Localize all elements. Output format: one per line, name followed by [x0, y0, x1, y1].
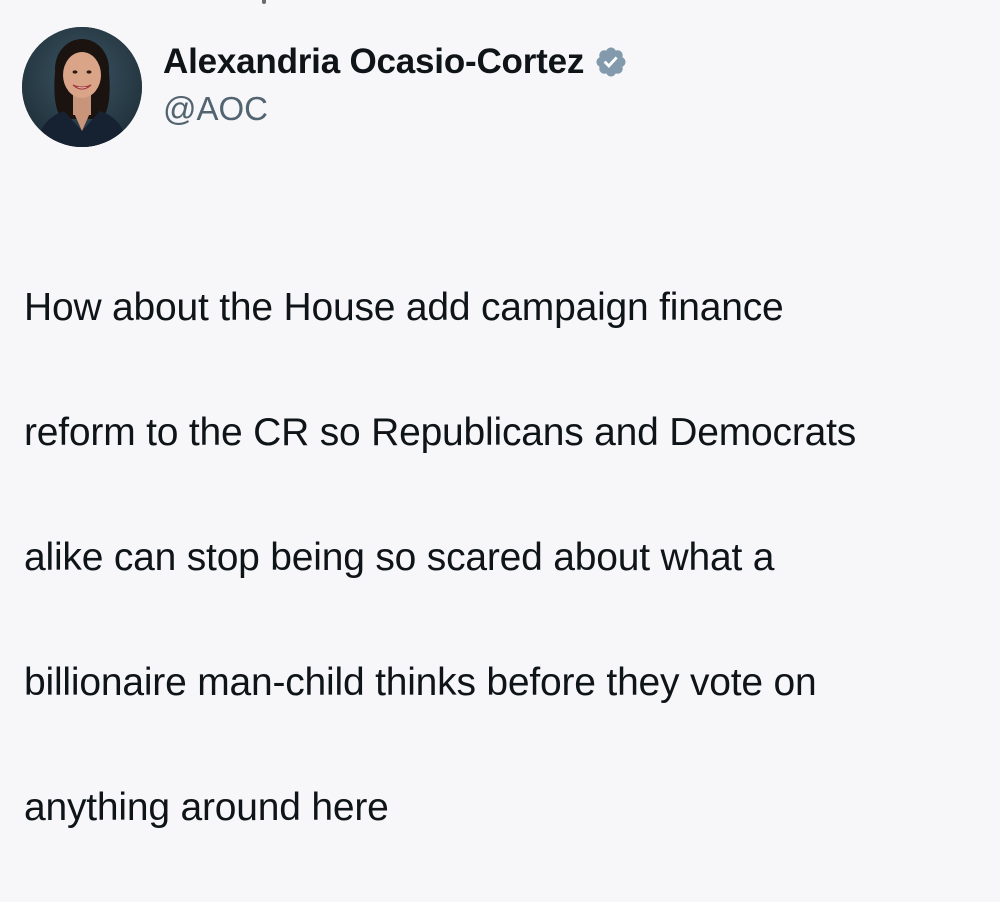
- tweet-header: Alexandria Ocasio-Cortez @AOC: [163, 40, 628, 128]
- tweet-card: Alexandria Ocasio-Cortez @AOC How about …: [0, 0, 1000, 829]
- tweet-text-line: anything around here: [24, 785, 389, 829]
- avatar-image: [22, 27, 142, 147]
- avatar[interactable]: [22, 27, 142, 147]
- author-display-name[interactable]: Alexandria Ocasio-Cortez: [163, 42, 584, 82]
- author-handle[interactable]: @AOC: [163, 90, 628, 128]
- tweet-text-line: reform to the CR so Republicans and Demo…: [24, 410, 857, 454]
- name-row: Alexandria Ocasio-Cortez: [163, 40, 628, 84]
- tweet-text: How about the House add campaign finance…: [24, 214, 994, 902]
- tweet-text-line: alike can stop being so scared about wha…: [24, 535, 775, 579]
- tweet-text-line: How about the House add campaign finance: [24, 285, 784, 329]
- tweet-text-line: billionaire man-child thinks before they…: [24, 660, 817, 704]
- verified-badge-icon[interactable]: [594, 45, 628, 79]
